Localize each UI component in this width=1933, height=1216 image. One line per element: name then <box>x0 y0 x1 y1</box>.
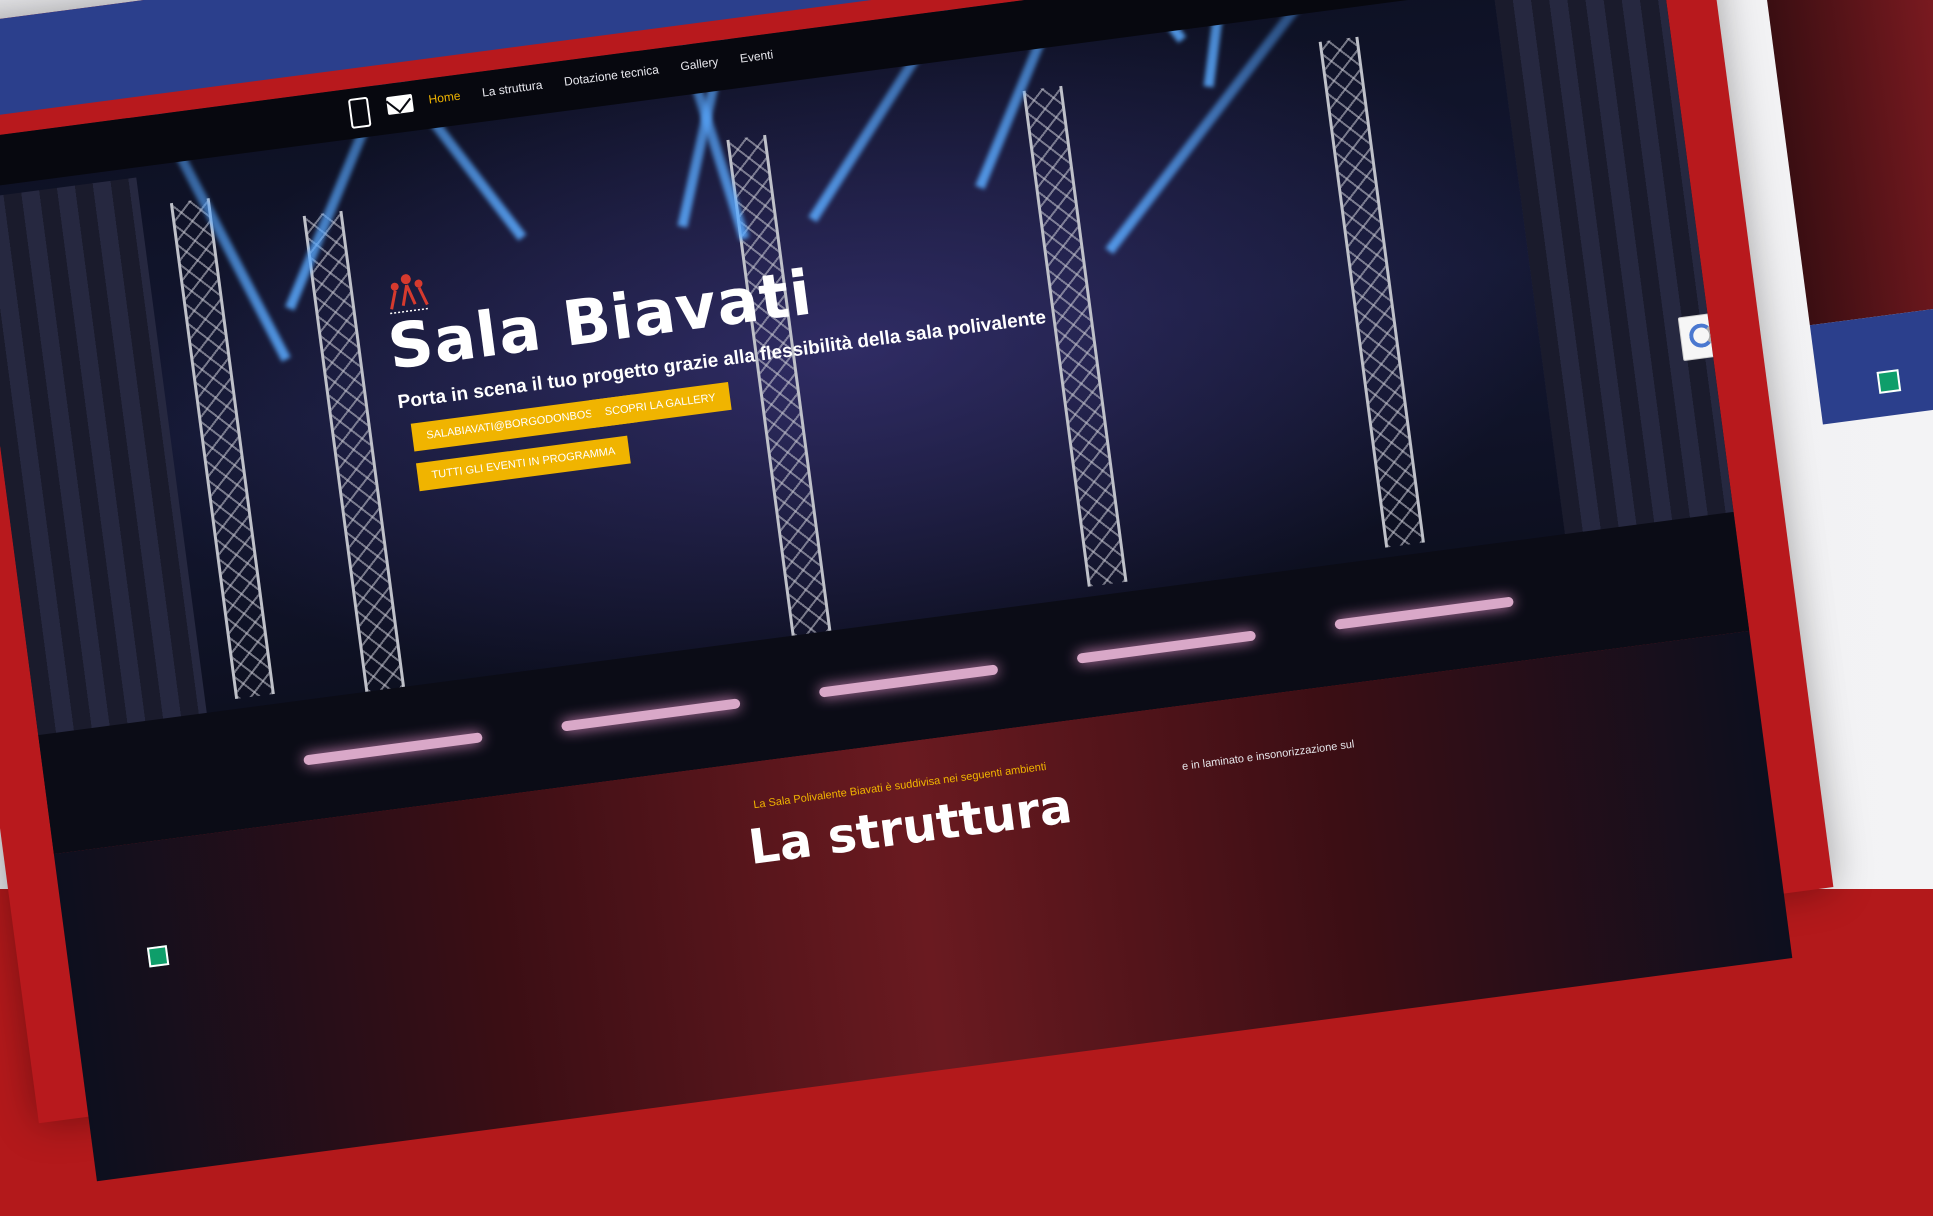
right-curtain-panel <box>1741 0 1933 326</box>
phone-icon[interactable] <box>347 96 372 129</box>
mockup-scene: Home La struttura Dotazione tecnica Gall… <box>0 0 1933 1182</box>
stage-truss <box>1022 85 1128 587</box>
gallery-button[interactable]: SCOPRI LA GALLERY <box>589 382 732 429</box>
tilted-layout: Home La struttura Dotazione tecnica Gall… <box>0 0 1933 1185</box>
cookie-badge-icon[interactable] <box>146 945 170 968</box>
cookie-badge-icon[interactable] <box>1876 369 1902 394</box>
mail-icon[interactable] <box>385 93 415 116</box>
stage-truss <box>1318 36 1425 548</box>
